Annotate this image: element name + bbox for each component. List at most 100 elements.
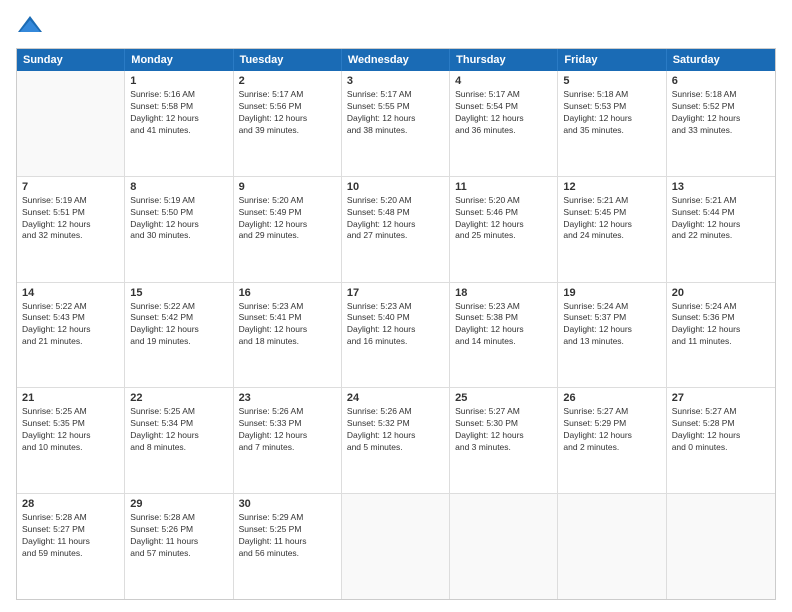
day-number: 17 [347, 287, 444, 299]
day-number: 1 [130, 75, 227, 87]
day-number: 30 [239, 498, 336, 510]
day-info: Sunrise: 5:26 AM Sunset: 5:32 PM Dayligh… [347, 406, 444, 454]
calendar-cell: 1 Sunrise: 5:16 AM Sunset: 5:58 PM Daylig… [125, 71, 233, 176]
calendar-cell: 22 Sunrise: 5:25 AM Sunset: 5:34 PM Dayli… [125, 388, 233, 493]
day-number: 8 [130, 181, 227, 193]
day-number: 3 [347, 75, 444, 87]
calendar-cell: 14Sunrise: 5:22 AM Sunset: 5:43 PM Dayli… [17, 283, 125, 388]
day-number: 2 [239, 75, 336, 87]
day-number: 10 [347, 181, 444, 193]
calendar-cell: 4 Sunrise: 5:17 AM Sunset: 5:54 PM Daylig… [450, 71, 558, 176]
calendar-cell [342, 494, 450, 599]
calendar-cell [450, 494, 558, 599]
calendar-row-3: 14Sunrise: 5:22 AM Sunset: 5:43 PM Dayli… [17, 282, 775, 388]
calendar-cell: 15 Sunrise: 5:22 AM Sunset: 5:42 PM Dayli… [125, 283, 233, 388]
calendar-body: 1 Sunrise: 5:16 AM Sunset: 5:58 PM Daylig… [17, 71, 775, 599]
day-info: Sunrise: 5:27 AM Sunset: 5:30 PM Dayligh… [455, 406, 552, 454]
day-number: 15 [130, 287, 227, 299]
calendar-cell: 2Sunrise: 5:17 AM Sunset: 5:56 PM Daylig… [234, 71, 342, 176]
day-info: Sunrise: 5:17 AM Sunset: 5:54 PM Dayligh… [455, 89, 552, 137]
logo-icon [16, 12, 44, 40]
day-number: 23 [239, 392, 336, 404]
day-number: 7 [22, 181, 119, 193]
calendar-cell: 11Sunrise: 5:20 AM Sunset: 5:46 PM Dayli… [450, 177, 558, 282]
day-info: Sunrise: 5:19 AM Sunset: 5:50 PM Dayligh… [130, 195, 227, 243]
day-number: 5 [563, 75, 660, 87]
day-number: 9 [239, 181, 336, 193]
header-day-wednesday: Wednesday [342, 49, 450, 71]
header [16, 12, 776, 40]
day-info: Sunrise: 5:23 AM Sunset: 5:40 PM Dayligh… [347, 301, 444, 349]
day-info: Sunrise: 5:20 AM Sunset: 5:48 PM Dayligh… [347, 195, 444, 243]
day-info: Sunrise: 5:23 AM Sunset: 5:41 PM Dayligh… [239, 301, 336, 349]
calendar-cell: 9 Sunrise: 5:20 AM Sunset: 5:49 PM Daylig… [234, 177, 342, 282]
day-info: Sunrise: 5:20 AM Sunset: 5:49 PM Dayligh… [239, 195, 336, 243]
day-info: Sunrise: 5:25 AM Sunset: 5:34 PM Dayligh… [130, 406, 227, 454]
day-info: Sunrise: 5:24 AM Sunset: 5:36 PM Dayligh… [672, 301, 770, 349]
day-number: 29 [130, 498, 227, 510]
day-info: Sunrise: 5:29 AM Sunset: 5:25 PM Dayligh… [239, 512, 336, 560]
calendar-row-5: 28Sunrise: 5:28 AM Sunset: 5:27 PM Dayli… [17, 493, 775, 599]
calendar-cell: 8 Sunrise: 5:19 AM Sunset: 5:50 PM Daylig… [125, 177, 233, 282]
calendar-cell: 5 Sunrise: 5:18 AM Sunset: 5:53 PM Daylig… [558, 71, 666, 176]
calendar-cell [17, 71, 125, 176]
calendar: SundayMondayTuesdayWednesdayThursdayFrid… [16, 48, 776, 600]
calendar-cell: 26Sunrise: 5:27 AM Sunset: 5:29 PM Dayli… [558, 388, 666, 493]
day-info: Sunrise: 5:27 AM Sunset: 5:29 PM Dayligh… [563, 406, 660, 454]
calendar-cell [667, 494, 775, 599]
day-number: 21 [22, 392, 119, 404]
calendar-cell: 23 Sunrise: 5:26 AM Sunset: 5:33 PM Dayli… [234, 388, 342, 493]
header-day-sunday: Sunday [17, 49, 125, 71]
header-day-friday: Friday [558, 49, 666, 71]
calendar-cell: 28Sunrise: 5:28 AM Sunset: 5:27 PM Dayli… [17, 494, 125, 599]
day-number: 6 [672, 75, 770, 87]
day-number: 25 [455, 392, 552, 404]
header-day-thursday: Thursday [450, 49, 558, 71]
calendar-cell: 25 Sunrise: 5:27 AM Sunset: 5:30 PM Dayli… [450, 388, 558, 493]
calendar-cell [558, 494, 666, 599]
calendar-cell: 18Sunrise: 5:23 AM Sunset: 5:38 PM Dayli… [450, 283, 558, 388]
day-number: 16 [239, 287, 336, 299]
calendar-cell: 24 Sunrise: 5:26 AM Sunset: 5:32 PM Dayli… [342, 388, 450, 493]
calendar-cell: 13Sunrise: 5:21 AM Sunset: 5:44 PM Dayli… [667, 177, 775, 282]
day-number: 12 [563, 181, 660, 193]
day-info: Sunrise: 5:28 AM Sunset: 5:27 PM Dayligh… [22, 512, 119, 560]
calendar-cell: 10 Sunrise: 5:20 AM Sunset: 5:48 PM Dayli… [342, 177, 450, 282]
day-info: Sunrise: 5:26 AM Sunset: 5:33 PM Dayligh… [239, 406, 336, 454]
day-number: 4 [455, 75, 552, 87]
day-info: Sunrise: 5:16 AM Sunset: 5:58 PM Dayligh… [130, 89, 227, 137]
day-number: 22 [130, 392, 227, 404]
calendar-cell: 7 Sunrise: 5:19 AM Sunset: 5:51 PM Daylig… [17, 177, 125, 282]
day-number: 18 [455, 287, 552, 299]
calendar-cell: 20Sunrise: 5:24 AM Sunset: 5:36 PM Dayli… [667, 283, 775, 388]
logo [16, 12, 48, 40]
day-info: Sunrise: 5:18 AM Sunset: 5:53 PM Dayligh… [563, 89, 660, 137]
calendar-cell: 19 Sunrise: 5:24 AM Sunset: 5:37 PM Dayli… [558, 283, 666, 388]
day-info: Sunrise: 5:24 AM Sunset: 5:37 PM Dayligh… [563, 301, 660, 349]
calendar-cell: 3 Sunrise: 5:17 AM Sunset: 5:55 PM Daylig… [342, 71, 450, 176]
day-number: 24 [347, 392, 444, 404]
day-info: Sunrise: 5:18 AM Sunset: 5:52 PM Dayligh… [672, 89, 770, 137]
header-day-tuesday: Tuesday [234, 49, 342, 71]
calendar-cell: 27 Sunrise: 5:27 AM Sunset: 5:28 PM Dayli… [667, 388, 775, 493]
day-info: Sunrise: 5:27 AM Sunset: 5:28 PM Dayligh… [672, 406, 770, 454]
calendar-cell: 29 Sunrise: 5:28 AM Sunset: 5:26 PM Dayli… [125, 494, 233, 599]
page: SundayMondayTuesdayWednesdayThursdayFrid… [0, 0, 792, 612]
calendar-cell: 30 Sunrise: 5:29 AM Sunset: 5:25 PM Dayli… [234, 494, 342, 599]
day-info: Sunrise: 5:22 AM Sunset: 5:42 PM Dayligh… [130, 301, 227, 349]
day-number: 13 [672, 181, 770, 193]
day-number: 19 [563, 287, 660, 299]
calendar-cell: 16 Sunrise: 5:23 AM Sunset: 5:41 PM Dayli… [234, 283, 342, 388]
calendar-row-4: 21 Sunrise: 5:25 AM Sunset: 5:35 PM Dayli… [17, 387, 775, 493]
day-info: Sunrise: 5:21 AM Sunset: 5:45 PM Dayligh… [563, 195, 660, 243]
header-day-saturday: Saturday [667, 49, 775, 71]
header-day-monday: Monday [125, 49, 233, 71]
day-number: 11 [455, 181, 552, 193]
day-info: Sunrise: 5:17 AM Sunset: 5:55 PM Dayligh… [347, 89, 444, 137]
day-info: Sunrise: 5:25 AM Sunset: 5:35 PM Dayligh… [22, 406, 119, 454]
day-info: Sunrise: 5:28 AM Sunset: 5:26 PM Dayligh… [130, 512, 227, 560]
day-number: 27 [672, 392, 770, 404]
calendar-header: SundayMondayTuesdayWednesdayThursdayFrid… [17, 49, 775, 71]
calendar-cell: 21 Sunrise: 5:25 AM Sunset: 5:35 PM Dayli… [17, 388, 125, 493]
day-info: Sunrise: 5:19 AM Sunset: 5:51 PM Dayligh… [22, 195, 119, 243]
